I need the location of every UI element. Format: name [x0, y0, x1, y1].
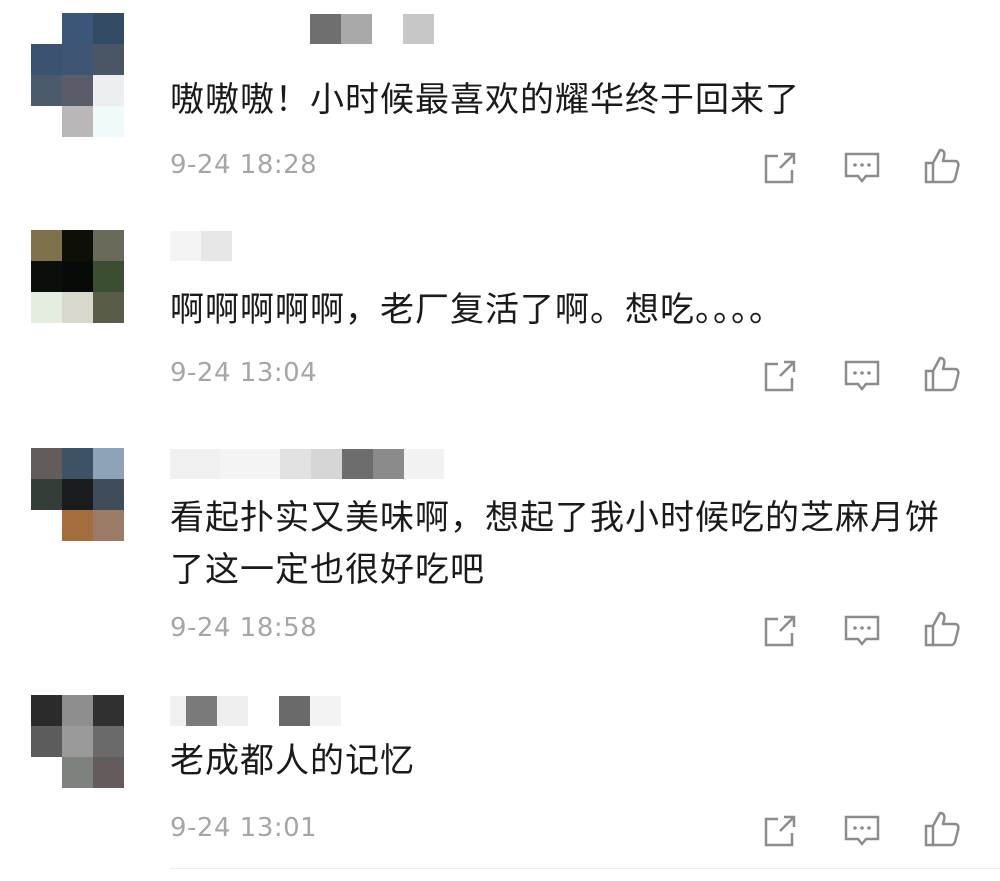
avatar[interactable]: [31, 695, 124, 788]
comment-time: 9-24 13:01: [170, 813, 318, 843]
comment-time: 9-24 18:28: [170, 150, 318, 180]
username[interactable]: [170, 695, 341, 727]
avatar[interactable]: [31, 230, 124, 323]
share-icon[interactable]: [760, 811, 800, 851]
comment-text: 啊啊啊啊啊，老厂复活了啊。想吃。。。。: [170, 290, 784, 330]
username[interactable]: [170, 230, 232, 262]
avatar[interactable]: [31, 13, 124, 137]
comment-icon[interactable]: [842, 356, 882, 396]
like-icon[interactable]: [922, 354, 962, 394]
like-icon[interactable]: [922, 609, 962, 649]
comment-icon[interactable]: [842, 148, 882, 188]
comment-time: 9-24 18:58: [170, 613, 318, 643]
username[interactable]: [310, 13, 434, 45]
comment-text: 嗷嗷嗷！小时候最喜欢的耀华终于回来了: [170, 80, 800, 120]
comment-icon[interactable]: [842, 811, 882, 851]
divider: [170, 868, 1000, 869]
comment-icon[interactable]: [842, 611, 882, 651]
share-icon[interactable]: [760, 148, 800, 188]
username[interactable]: [170, 448, 444, 480]
share-icon[interactable]: [760, 611, 800, 651]
share-icon[interactable]: [760, 356, 800, 396]
comment-text: 老成都人的记忆: [170, 741, 415, 781]
like-icon[interactable]: [922, 146, 962, 186]
avatar[interactable]: [31, 448, 124, 541]
comment-time: 9-24 13:04: [170, 358, 318, 388]
like-icon[interactable]: [922, 809, 962, 849]
comment-text: 看起扑实又美味啊，想起了我小时候吃的芝麻月饼了这一定也很好吃吧: [170, 498, 940, 590]
